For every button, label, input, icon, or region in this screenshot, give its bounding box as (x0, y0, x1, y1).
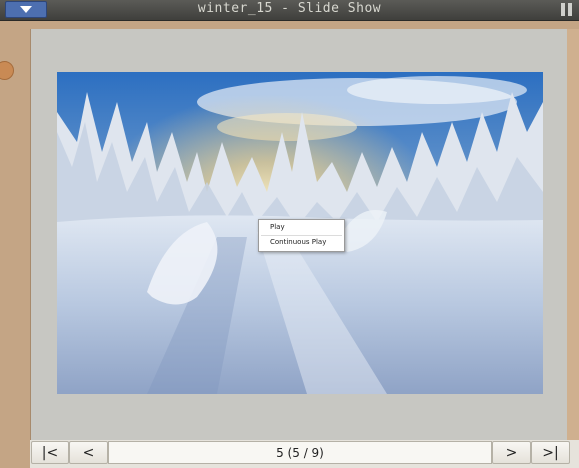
first-slide-button[interactable]: |< (31, 441, 69, 464)
menu-item-continuous-play[interactable]: Continuous Play (270, 238, 326, 246)
frame-right (567, 29, 579, 440)
frame-top (30, 21, 579, 29)
slide-counter: 5 (5 / 9) (108, 441, 492, 464)
menu-separator (261, 235, 342, 236)
menu-item-play[interactable]: Play (270, 223, 285, 231)
resize-handle[interactable] (0, 61, 14, 80)
context-menu: Play Continuous Play (258, 219, 345, 252)
frame-left (0, 21, 31, 468)
pause-icon[interactable] (561, 3, 573, 16)
previous-slide-button[interactable]: < (69, 441, 108, 464)
window-title: winter_15 - Slide Show (197, 1, 382, 16)
next-slide-button[interactable]: > (492, 441, 531, 464)
navigation-bar: |< < 5 (5 / 9) > >| (30, 440, 579, 468)
window-titlebar: winter_15 - Slide Show (0, 0, 579, 21)
last-slide-button[interactable]: >| (531, 441, 570, 464)
